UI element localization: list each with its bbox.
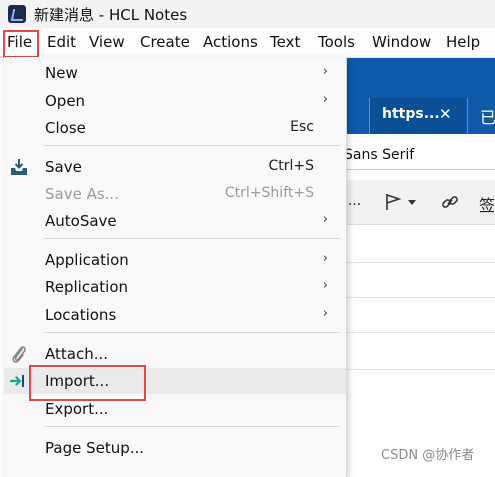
message-toolbar [342,180,495,225]
menu-separator [44,238,340,239]
menu-create[interactable]: Create [140,33,190,51]
menu-help[interactable]: Help [446,33,480,51]
menu-item-autosave[interactable]: AutoSave › [4,208,346,234]
field-divider [342,297,495,298]
flag-dropdown-icon[interactable] [384,192,418,212]
menu-item-save-as[interactable]: Save As... Ctrl+Shift+S [4,181,346,207]
tab-divider [467,98,468,134]
tab-https[interactable]: https... ✕ [370,98,466,134]
menu-tools[interactable]: Tools [318,33,355,51]
tab-label: https... [382,106,440,122]
menu-separator [44,426,340,427]
submenu-arrow-icon: › [322,212,328,227]
title-bar: 新建消息 - HCL Notes [0,0,495,28]
menu-item-label: Locations [45,306,117,324]
import-arrow-icon [10,375,24,387]
menu-actions[interactable]: Actions [203,33,258,51]
signature-label: 签 [479,196,495,215]
paperclip-icon [12,346,26,363]
menu-item-label: Close [45,119,86,137]
import-highlight-box [29,365,146,401]
menu-item-label: AutoSave [45,212,117,230]
menu-separator [44,145,340,146]
field-divider [342,369,495,370]
submenu-arrow-icon: › [322,251,328,266]
menu-item-label: Replication [45,278,129,296]
menu-item-page-setup[interactable]: Page Setup... [4,435,346,461]
menu-item-shortcut: Ctrl+S [268,158,314,174]
menu-item-label: Open [45,92,86,110]
menu-window[interactable]: Window [372,33,431,51]
font-name: Sans Serif [344,147,415,163]
file-menu-highlight-box [3,30,39,58]
save-tray-icon [11,159,27,175]
menu-item-label: New [45,64,78,82]
menu-item-attach[interactable]: Attach... [4,341,346,367]
menu-text[interactable]: Text [270,33,300,51]
menu-item-label: Page Setup... [45,439,145,457]
submenu-arrow-icon: › [322,64,328,79]
submenu-arrow-icon: › [322,306,328,321]
file-dropdown-menu: New › Open › Close Esc Save Ctrl+S Save … [4,57,347,477]
menu-bar: File Edit View Create Actions Text Tools… [0,28,495,58]
watermark: CSDN @协作者 [381,448,475,463]
menu-item-open[interactable]: Open › [4,88,346,114]
submenu-arrow-icon: › [322,278,328,293]
menu-view[interactable]: View [89,33,125,51]
tab-next-label[interactable]: 已 [480,104,495,128]
menu-edit[interactable]: Edit [47,33,76,51]
link-icon[interactable] [441,193,459,211]
menu-item-save[interactable]: Save Ctrl+S [4,154,346,180]
menu-item-label: Application [45,251,129,269]
field-divider [342,332,495,333]
menu-item-close[interactable]: Close Esc [4,115,346,141]
menu-item-label: Attach... [45,345,109,363]
app-header-bar [342,58,495,98]
menu-item-locations[interactable]: Locations › [4,302,346,328]
field-divider [342,262,495,263]
tab-divider [369,98,370,134]
menu-item-shortcut: Ctrl+Shift+S [224,185,314,201]
menu-item-shortcut: Esc [290,119,314,135]
menu-item-label: Save As... [45,185,119,203]
hcl-notes-logo-icon [8,5,26,23]
menu-item-replication[interactable]: Replication › [4,274,346,300]
menu-item-new[interactable]: New › [4,60,346,86]
menu-item-application[interactable]: Application › [4,247,346,273]
menu-item-label: Export... [45,400,109,418]
tab-close-icon[interactable]: ✕ [439,105,452,123]
menu-item-label: Save [45,158,82,176]
submenu-arrow-icon: › [322,92,328,107]
window-title: 新建消息 - HCL Notes [34,6,188,24]
menu-separator [44,332,340,333]
